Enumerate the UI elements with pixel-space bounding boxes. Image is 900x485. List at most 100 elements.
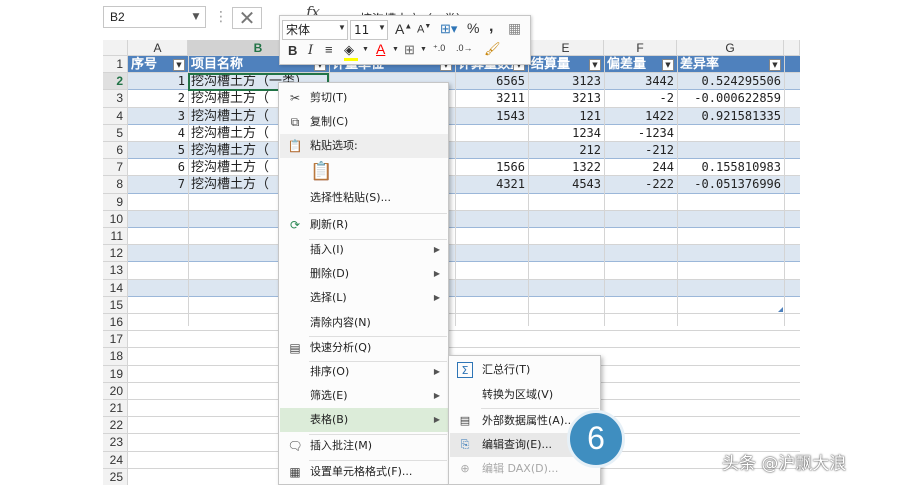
menu-item-sort[interactable]: 排序(O) ▶	[280, 360, 448, 384]
cell-deviation[interactable]: -2	[604, 90, 674, 107]
align-center-icon[interactable]: ≡	[325, 42, 333, 57]
row-header[interactable]: 16	[103, 314, 128, 332]
cell-seq[interactable]: 1	[128, 73, 185, 90]
cell-seq[interactable]: 5	[128, 142, 185, 159]
cell-calc-quantity[interactable]: 6565	[455, 73, 525, 90]
row-header[interactable]: 19	[103, 365, 128, 383]
fill-color-dropdown-icon[interactable]: ▼	[362, 46, 369, 53]
font-size-dropdown-icon[interactable]: ▼	[378, 23, 386, 32]
row-header[interactable]: 3	[103, 90, 128, 108]
cell-settlement[interactable]: 1322	[528, 159, 601, 176]
row-header[interactable]: 6	[103, 142, 128, 160]
menu-item-format-cells[interactable]: ▦ 设置单元格格式(F)...	[280, 460, 448, 484]
column-header-g[interactable]: G	[677, 40, 784, 56]
row-header[interactable]: 12	[103, 245, 128, 263]
font-color-button[interactable]: A	[376, 41, 385, 57]
menu-item-select[interactable]: 选择(L) ▶	[280, 286, 448, 310]
cell-deviation[interactable]: 3442	[604, 73, 674, 90]
menu-item-delete[interactable]: 删除(D) ▶	[280, 262, 448, 286]
cell-calc-quantity[interactable]	[455, 142, 525, 159]
column-header-h[interactable]	[784, 40, 800, 56]
decrease-decimal-icon[interactable]: .0→	[456, 43, 473, 53]
row-header[interactable]: 20	[103, 382, 128, 400]
menu-item-insert[interactable]: 插入(I) ▶	[280, 238, 448, 262]
fill-color-button[interactable]: ◈	[344, 42, 358, 61]
cell-settlement[interactable]: 3213	[528, 90, 601, 107]
cell-seq[interactable]: 3	[128, 108, 185, 125]
cell-calc-quantity[interactable]: 1566	[455, 159, 525, 176]
cell-calc-quantity[interactable]: 1543	[455, 108, 525, 125]
table-resize-handle[interactable]	[778, 306, 783, 312]
row-header[interactable]: 25	[103, 468, 128, 485]
cell-calc-quantity[interactable]: 4321	[455, 176, 525, 193]
column-header-f[interactable]: F	[604, 40, 677, 56]
menu-item-quick-analysis[interactable]: ▤ 快速分析(Q)	[280, 336, 448, 360]
menu-item-paste-special[interactable]: 选择性粘贴(S)...	[280, 186, 448, 210]
cell-deviation[interactable]: 244	[604, 159, 674, 176]
select-all-corner[interactable]	[103, 40, 128, 56]
cell-deviation[interactable]: 1422	[604, 108, 674, 125]
row-header[interactable]: 13	[103, 262, 128, 280]
borders-icon[interactable]: ⊞	[404, 42, 415, 58]
row-header[interactable]: 15	[103, 296, 128, 314]
cell-settlement[interactable]: 1234	[528, 125, 601, 142]
percent-style-button[interactable]: %	[467, 20, 479, 36]
menu-item-clear-contents[interactable]: 清除内容(N)	[280, 311, 448, 335]
grow-font-button[interactable]: A▲	[395, 21, 412, 37]
cell-calc-quantity[interactable]	[455, 125, 525, 142]
font-name-dropdown-icon[interactable]: ▼	[338, 23, 346, 32]
filter-dropdown-icon[interactable]: ▼	[769, 59, 781, 71]
row-header[interactable]: 8	[103, 176, 128, 194]
table-header-cell[interactable]: 结算量	[531, 56, 589, 73]
format-table-icon[interactable]: ▦	[508, 20, 521, 37]
filter-dropdown-icon[interactable]: ▼	[589, 59, 601, 71]
table-header-cell[interactable]: 差异率	[680, 56, 769, 73]
cell-rate[interactable]: 0.921581335	[677, 108, 781, 125]
cell-deviation[interactable]: -1234	[604, 125, 674, 142]
cell-settlement[interactable]: 121	[528, 108, 601, 125]
name-box-dropdown-icon[interactable]: ▼	[186, 6, 206, 28]
row-header[interactable]: 11	[103, 228, 128, 246]
increase-decimal-icon[interactable]: ⁺.0	[433, 43, 445, 54]
column-header-e[interactable]: E	[528, 40, 604, 56]
shrink-font-button[interactable]: A▼	[417, 23, 431, 36]
row-header[interactable]: 9	[103, 193, 128, 211]
cell-rate[interactable]: 0.155810983	[677, 159, 781, 176]
accounting-format-icon[interactable]: ⊞▾	[440, 21, 457, 37]
row-header[interactable]: 10	[103, 210, 128, 228]
menu-item-filter[interactable]: 筛选(E) ▶	[280, 384, 448, 408]
row-header[interactable]: 7	[103, 159, 128, 177]
cell-settlement[interactable]: 212	[528, 142, 601, 159]
row-header[interactable]: 5	[103, 124, 128, 142]
cell-rate[interactable]	[677, 125, 781, 142]
borders-dropdown-icon[interactable]: ▼	[420, 46, 427, 53]
cell-rate[interactable]: -0.051376996	[677, 176, 781, 193]
column-header-a[interactable]: A	[128, 40, 188, 56]
submenu-item-total-row[interactable]: Σ 汇总行(T)	[450, 358, 600, 382]
menu-item-table[interactable]: 表格(B) ▶	[280, 408, 448, 432]
menu-item-refresh[interactable]: ⟳ 刷新(R)	[280, 213, 448, 237]
italic-button[interactable]: I	[308, 43, 313, 58]
table-header-cell[interactable]: 序号	[131, 56, 173, 73]
row-header[interactable]: 18	[103, 348, 128, 366]
comma-style-button[interactable]: ,	[489, 18, 493, 36]
row-header[interactable]: 1	[103, 56, 128, 74]
cell-deviation[interactable]: -212	[604, 142, 674, 159]
row-header[interactable]: 17	[103, 331, 128, 349]
cell-settlement[interactable]: 3123	[528, 73, 601, 90]
cell-settlement[interactable]: 4543	[528, 176, 601, 193]
cell-rate[interactable]: -0.000622859	[677, 90, 781, 107]
submenu-item-convert-to-range[interactable]: 转换为区域(V)	[450, 383, 600, 407]
filter-dropdown-icon[interactable]: ▼	[662, 59, 674, 71]
cell-seq[interactable]: 2	[128, 90, 185, 107]
row-header[interactable]: 24	[103, 451, 128, 469]
cell-seq[interactable]: 4	[128, 125, 185, 142]
cell-seq[interactable]: 7	[128, 176, 185, 193]
cell-rate[interactable]: 0.524295506	[677, 73, 781, 90]
filter-dropdown-icon[interactable]: ▼	[173, 59, 185, 71]
font-color-dropdown-icon[interactable]: ▼	[392, 46, 399, 53]
menu-item-insert-comment[interactable]: 🗨 插入批注(M)	[280, 434, 448, 458]
format-painter-icon[interactable]: 🖌	[484, 41, 501, 57]
bold-button[interactable]: B	[288, 43, 297, 58]
row-header[interactable]: 2	[103, 73, 128, 91]
